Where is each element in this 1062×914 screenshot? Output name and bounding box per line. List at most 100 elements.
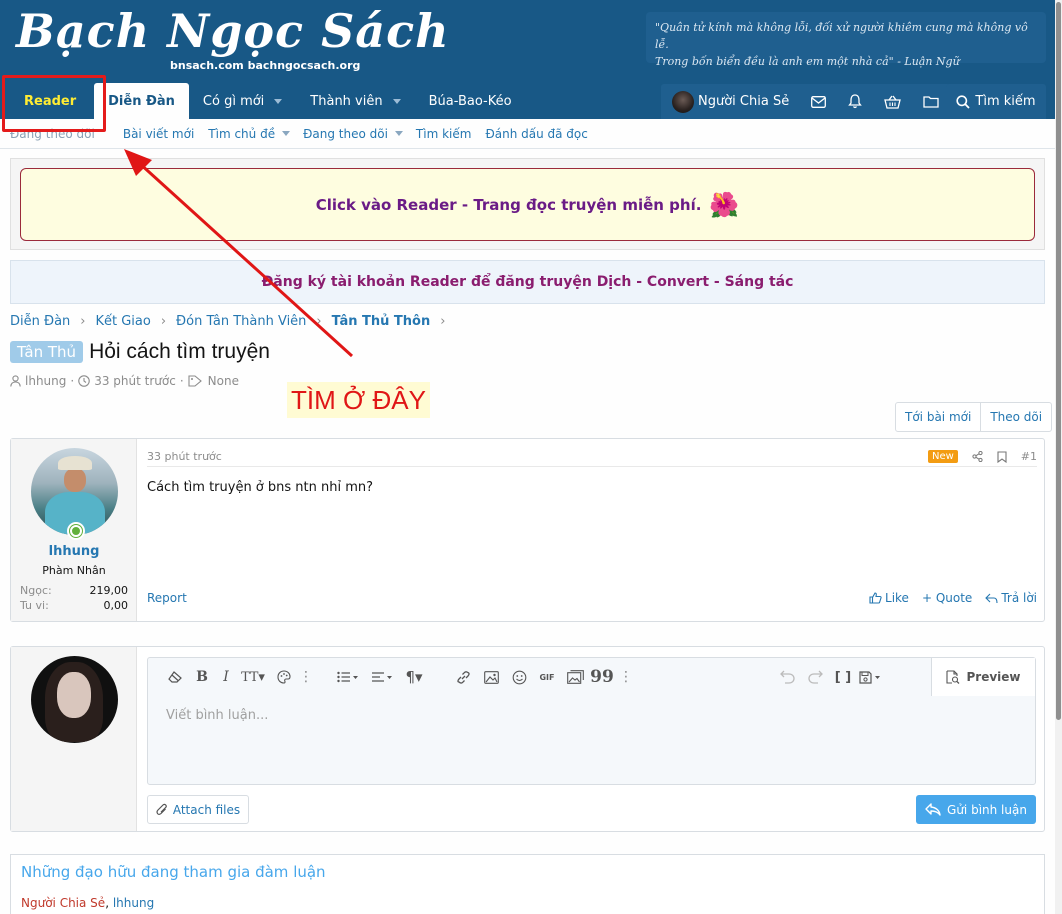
eraser-icon[interactable]: [165, 658, 185, 696]
participants-list: Người Chia Sẻ, lhhung: [21, 896, 154, 910]
thread-time[interactable]: 33 phút trước: [94, 374, 176, 388]
smiley-icon[interactable]: [509, 658, 529, 696]
quote-icon[interactable]: 99: [590, 658, 614, 696]
chevron-down-icon[interactable]: [394, 131, 403, 136]
thread-author[interactable]: lhhung: [25, 374, 66, 388]
account-name: Người Chia Sẻ: [698, 94, 790, 109]
account-menu[interactable]: Người Chia Sẻ: [661, 84, 800, 119]
tab-members[interactable]: Thành viên: [296, 83, 414, 119]
like-button[interactable]: Like: [869, 591, 909, 605]
user-stat-key: Ngọc:: [20, 584, 52, 597]
avatar: [31, 656, 118, 743]
link-icon[interactable]: [453, 658, 473, 696]
like-label: Like: [885, 591, 909, 605]
alerts-button[interactable]: [837, 84, 873, 119]
share-icon[interactable]: [972, 451, 983, 462]
bold-icon[interactable]: B: [193, 658, 211, 696]
chevron-down-icon[interactable]: [282, 131, 291, 136]
more-icon[interactable]: ⋮: [619, 658, 633, 696]
report-button[interactable]: Report: [147, 591, 856, 605]
scrollbar-thumb[interactable]: [1056, 2, 1061, 720]
site-logo[interactable]: Bạch Ngọc Sách bnsach.com bachngocsach.o…: [16, 4, 449, 82]
reply-button[interactable]: Trả lời: [985, 591, 1037, 605]
subnav-find-threads[interactable]: Tìm chủ đề: [208, 127, 275, 141]
italic-icon[interactable]: I: [219, 658, 233, 696]
bookmark-icon[interactable]: [997, 450, 1007, 463]
chevron-down-icon[interactable]: [274, 98, 283, 104]
reader-notice[interactable]: Click vào Reader - Trang đọc truyện miễn…: [20, 168, 1035, 241]
post: lhhung Phàm Nhân Ngọc: 219,00 Tu vi: 0,0…: [10, 438, 1045, 622]
tab-forum[interactable]: Diễn Đàn: [94, 83, 189, 119]
post-time[interactable]: 33 phút trước: [147, 450, 928, 463]
quote-line-1: "Quân tử kính mà không lỗi, đối xử người…: [655, 21, 1028, 51]
register-notice[interactable]: Đăng ký tài khoản Reader để đăng truyện …: [10, 260, 1045, 304]
post-reply-label: Gửi bình luận: [947, 802, 1027, 817]
logo-title: Bạch Ngọc Sách: [16, 4, 450, 58]
undo-icon[interactable]: [777, 658, 797, 696]
meta-separator: ·: [179, 374, 184, 388]
media-icon[interactable]: [565, 658, 585, 696]
attach-files-button[interactable]: Attach files: [147, 795, 249, 824]
more-icon[interactable]: ⋮: [299, 658, 313, 696]
list-icon[interactable]: [335, 658, 361, 696]
drafts-icon[interactable]: [857, 658, 883, 696]
reader-notice-text: Click vào Reader - Trang đọc truyện miễn…: [315, 195, 702, 214]
online-indicator-icon: [67, 522, 85, 540]
flower-icon: 🌺: [709, 190, 740, 219]
image-icon[interactable]: [481, 658, 501, 696]
breadcrumb-connect[interactable]: Kết Giao: [95, 314, 150, 329]
scrollbar[interactable]: [1055, 0, 1062, 914]
tab-whats-new[interactable]: Có gì mới: [189, 83, 296, 119]
preview-button[interactable]: Preview: [931, 658, 1035, 696]
breadcrumb-newbie-village[interactable]: Tân Thủ Thôn: [332, 314, 431, 329]
gif-icon[interactable]: GIF: [537, 658, 557, 696]
subnav-watched[interactable]: Đang theo dõi: [303, 127, 388, 141]
tags-icon: [188, 375, 202, 387]
participant-link[interactable]: lhhung: [113, 896, 154, 910]
post-pointer: [137, 453, 145, 469]
user-bar: Người Chia Sẻ: [661, 84, 951, 119]
palette-icon[interactable]: [275, 658, 293, 696]
thread-prefix[interactable]: Tân Thủ: [10, 341, 84, 363]
search-button[interactable]: Tìm kiếm: [946, 84, 1046, 119]
paragraph-icon[interactable]: ¶▾: [401, 658, 427, 696]
chevron-down-icon[interactable]: [392, 98, 401, 104]
basket-icon: [884, 95, 902, 109]
post-reply-button[interactable]: Gửi bình luận: [916, 795, 1036, 824]
participant-link[interactable]: Người Chia Sẻ: [21, 896, 105, 910]
highlight-box: [2, 75, 106, 132]
font-size-icon[interactable]: T T ▾: [239, 658, 267, 696]
participants-block: Những đạo hữu đang tham gia đàm luận Ngư…: [10, 854, 1045, 914]
breadcrumb-separator: ›: [160, 314, 167, 329]
folder-icon: [923, 96, 939, 108]
breadcrumb-forum[interactable]: Diễn Đàn: [10, 314, 70, 329]
reply-label: Trả lời: [1001, 591, 1037, 605]
inbox-button[interactable]: [800, 84, 837, 119]
quote-button[interactable]: + Quote: [922, 591, 972, 605]
shop-button[interactable]: [873, 84, 912, 119]
post-number[interactable]: #1: [1021, 450, 1037, 463]
tab-whats-new-label: Có gì mới: [202, 93, 265, 109]
subnav-search-forums[interactable]: Tìm kiếm: [416, 127, 472, 141]
bbcode-toggle-icon[interactable]: [ ]: [833, 658, 853, 696]
bell-icon: [848, 94, 863, 109]
jump-to-new-button[interactable]: Tới bài mới: [896, 403, 980, 431]
redo-icon[interactable]: [805, 658, 825, 696]
comment-input[interactable]: Viết bình luận...: [166, 708, 268, 723]
tab-members-label: Thành viên: [310, 93, 383, 109]
bookmarks-button[interactable]: [912, 84, 950, 119]
logo-subtitle: bnsach.com bachngocsach.org: [170, 59, 361, 72]
align-icon[interactable]: [369, 658, 395, 696]
editor-toolbar: B I T T ▾ ⋮ ¶▾ GIF 99 ⋮ []: [148, 658, 1035, 696]
post-username[interactable]: lhhung: [11, 544, 137, 559]
tab-rock-paper-scissors[interactable]: Búa-Bao-Kéo: [415, 83, 526, 119]
envelope-icon: [811, 95, 827, 108]
thread-tags: None: [207, 374, 239, 388]
subnav-mark-read[interactable]: Đánh dấu đã đọc: [485, 127, 587, 141]
breadcrumb-separator: ›: [440, 314, 446, 329]
subnav-new-posts[interactable]: Bài viết mới: [123, 127, 194, 141]
thread-actions: Tới bài mới Theo dõi: [895, 402, 1053, 432]
attach-label: Attach files: [172, 802, 241, 817]
breadcrumb-welcome[interactable]: Đón Tân Thành Viên: [176, 314, 306, 329]
watch-button[interactable]: Theo dõi: [980, 403, 1051, 431]
